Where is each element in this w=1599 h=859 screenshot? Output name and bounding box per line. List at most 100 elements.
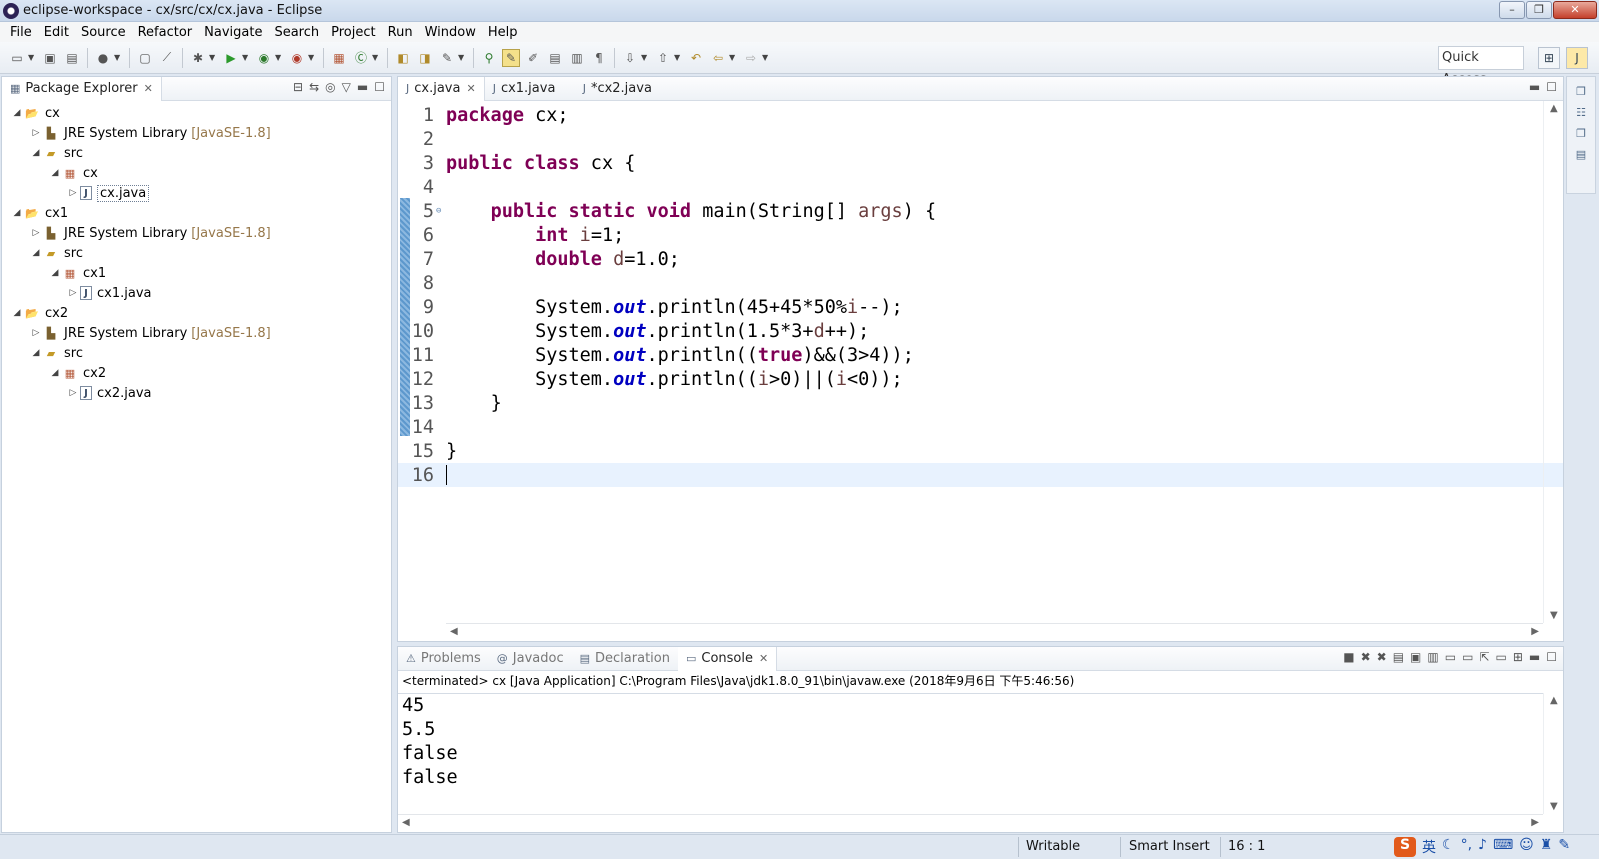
task-list-icon[interactable]: ▤ <box>1567 148 1595 161</box>
maximize-view-icon[interactable]: ☐ <box>1546 80 1557 94</box>
maximize-view-icon[interactable]: ☐ <box>374 80 385 94</box>
coverage-dropdown-icon[interactable]: ▼ <box>275 53 283 62</box>
tree-item[interactable]: ◢ ▦ cx <box>48 163 98 183</box>
focus-active-task-icon[interactable]: ◎ <box>325 80 335 94</box>
search-dropdown-icon[interactable]: ▼ <box>458 53 466 62</box>
run-icon[interactable]: ▶ <box>222 49 240 67</box>
outline-icon[interactable]: ☷ <box>1567 106 1595 119</box>
show-whitespace-icon[interactable]: ▥ <box>568 49 586 67</box>
scroll-right-icon[interactable]: ▶ <box>1531 626 1539 637</box>
collapsed-icon[interactable]: ▷ <box>29 228 43 238</box>
collapsed-icon[interactable]: ▷ <box>29 328 43 338</box>
coverage-icon[interactable]: ◉ <box>255 49 273 67</box>
wrench-icon[interactable]: ✎ <box>1558 837 1570 857</box>
menu-project[interactable]: Project <box>325 25 381 40</box>
save-icon[interactable]: ▣ <box>41 49 59 67</box>
show-when-stderr-icon[interactable]: ▭ <box>1462 650 1473 664</box>
run-dropdown-icon[interactable]: ▼ <box>242 53 250 62</box>
open-type-icon[interactable]: ◧ <box>394 49 412 67</box>
code-editor[interactable]: 1 package cx; 2 3 public class cx { 4 5 ⊖ p… <box>398 101 1563 623</box>
ime-language-label[interactable]: 英 <box>1422 837 1436 857</box>
editor-vertical-scrollbar[interactable]: ▲ ▼ <box>1543 101 1563 623</box>
menu-help[interactable]: Help <box>482 25 524 40</box>
terminal-icon[interactable]: ▢ <box>136 49 154 67</box>
scroll-down-icon[interactable]: ▼ <box>1550 801 1558 812</box>
scroll-left-icon[interactable]: ◀ <box>402 817 410 828</box>
close-icon[interactable]: ✕ <box>466 82 475 95</box>
profile-dropdown-icon[interactable]: ▼ <box>114 53 122 62</box>
minimize-button[interactable]: – <box>1499 1 1525 19</box>
menu-source[interactable]: Source <box>75 25 132 40</box>
menu-edit[interactable]: Edit <box>38 25 75 40</box>
next-annotation-dropdown-icon[interactable]: ▼ <box>641 53 649 62</box>
menu-navigate[interactable]: Navigate <box>198 25 268 40</box>
scroll-left-icon[interactable]: ◀ <box>450 626 458 637</box>
expanded-icon[interactable]: ◢ <box>48 268 62 278</box>
back-icon[interactable]: ⇦ <box>709 49 727 67</box>
tree-item[interactable]: ▷ ▙ JRE System Library [JavaSE-1.8] <box>29 223 271 243</box>
collapse-all-icon[interactable]: ⊟ <box>293 80 303 94</box>
minimize-view-icon[interactable]: ▬ <box>1529 650 1540 664</box>
new-icon[interactable]: ▭ <box>8 49 26 67</box>
display-console-icon[interactable]: ▭ <box>1495 650 1506 664</box>
word-wrap-icon[interactable]: ▤ <box>546 49 564 67</box>
tree-item[interactable]: ▷ Jcx2.java <box>66 383 152 403</box>
menu-window[interactable]: Window <box>419 25 482 40</box>
last-edit-location-icon[interactable]: ↶ <box>687 49 705 67</box>
tree-item[interactable]: ◢ ▰ src <box>29 343 83 363</box>
tree-item[interactable]: ◢ ▦ cx1 <box>48 263 107 283</box>
tree-item[interactable]: ▷ ▙ JRE System Library [JavaSE-1.8] <box>29 323 271 343</box>
tree-item[interactable]: ◢ 📂 cx1 <box>10 203 69 223</box>
tab-cx2-java[interactable]: J *cx2.java <box>575 77 660 101</box>
debug-dropdown-icon[interactable]: ▼ <box>209 53 217 62</box>
new-dropdown-icon[interactable]: ▼ <box>28 53 36 62</box>
microphone-icon[interactable]: ♪ <box>1478 837 1487 857</box>
java-perspective-icon[interactable]: J <box>1566 47 1588 69</box>
view-menu-icon[interactable]: ▽ <box>342 80 351 94</box>
console-vertical-scrollbar[interactable]: ▲ ▼ <box>1543 693 1563 814</box>
tab-declaration[interactable]: ▤ Declaration <box>572 647 678 671</box>
previous-annotation-dropdown-icon[interactable]: ▼ <box>674 53 682 62</box>
block-selection-icon[interactable]: ✐ <box>524 49 542 67</box>
editor-horizontal-scrollbar[interactable]: ◀ ▶ <box>446 623 1543 641</box>
shirt-icon[interactable]: ♜ <box>1540 837 1553 857</box>
collapsed-icon[interactable]: ▷ <box>66 288 80 298</box>
show-when-stdout-icon[interactable]: ▭ <box>1445 650 1456 664</box>
tab-cx-java[interactable]: J cx.java ✕ <box>398 76 485 101</box>
expanded-icon[interactable]: ◢ <box>29 348 43 358</box>
scroll-up-icon[interactable]: ▲ <box>1550 695 1558 706</box>
minimize-view-icon[interactable]: ▬ <box>1529 80 1540 94</box>
menu-file[interactable]: File <box>4 25 38 40</box>
collapsed-icon[interactable]: ▷ <box>66 188 80 198</box>
debug-icon[interactable]: ✱ <box>189 49 207 67</box>
expanded-icon[interactable]: ◢ <box>29 148 43 158</box>
pilcrow-icon[interactable]: ¶ <box>590 49 608 67</box>
external-tools-icon[interactable]: ◉ <box>288 49 306 67</box>
expanded-icon[interactable]: ◢ <box>29 248 43 258</box>
tree-item[interactable]: ◢ ▰ src <box>29 243 83 263</box>
back-dropdown-icon[interactable]: ▼ <box>729 53 737 62</box>
external-tools-dropdown-icon[interactable]: ▼ <box>308 53 316 62</box>
search-icon[interactable]: ✎ <box>438 49 456 67</box>
tree-item[interactable]: ◢ 📂 cx2 <box>10 303 69 323</box>
tab-javadoc[interactable]: @ Javadoc <box>489 647 572 671</box>
scroll-up-icon[interactable]: ▲ <box>1550 103 1558 114</box>
fold-toggle-icon[interactable]: ⊖ <box>436 206 446 216</box>
tree-item[interactable]: ▷ Jcx1.java <box>66 283 152 303</box>
close-icon[interactable]: ✕ <box>759 652 768 665</box>
console-output[interactable]: 45 5.5 false false <box>398 693 1543 814</box>
forward-dropdown-icon[interactable]: ▼ <box>762 53 770 62</box>
open-task-icon[interactable]: ◨ <box>416 49 434 67</box>
sogou-logo-icon[interactable]: S <box>1394 837 1416 857</box>
open-console-icon[interactable]: ⊞ <box>1513 650 1523 664</box>
punctuation-icon[interactable]: °, <box>1461 837 1472 857</box>
tree-item[interactable]: ◢ ▰ src <box>29 143 83 163</box>
save-all-icon[interactable]: ▤ <box>63 49 81 67</box>
terminate-icon[interactable]: ■ <box>1343 650 1354 664</box>
tab-cx1-java[interactable]: J cx1.java <box>485 77 575 101</box>
restore-icon[interactable]: ❐ <box>1567 127 1595 140</box>
collapsed-icon[interactable]: ▷ <box>66 388 80 398</box>
scroll-lock-icon[interactable]: ▣ <box>1410 650 1421 664</box>
open-perspective-icon[interactable]: ⊞ <box>1538 47 1560 69</box>
menu-run[interactable]: Run <box>382 25 419 40</box>
